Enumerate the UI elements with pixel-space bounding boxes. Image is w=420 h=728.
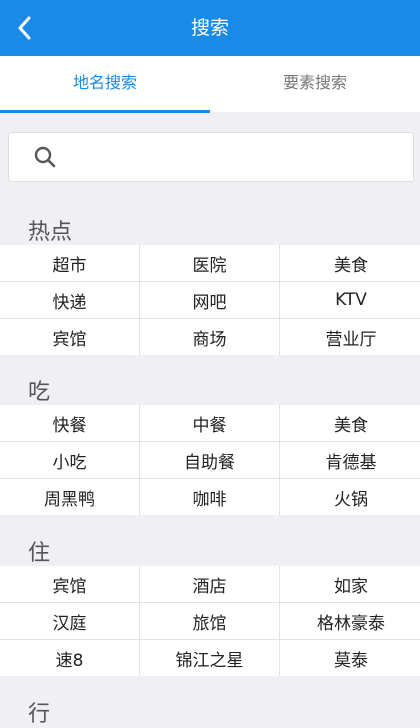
stay-item-inn[interactable]: 旅馆 [140, 603, 279, 639]
tab-bar: 地名搜索 要素搜索 [0, 56, 420, 113]
eat-item-hotpot[interactable]: 火锅 [280, 479, 420, 515]
grid-stay: 宾馆 酒店 如家 汉庭 旅馆 格林豪泰 速8 锦江之星 莫泰 [0, 566, 420, 676]
eat-item-kfc[interactable]: 肯德基 [280, 442, 420, 478]
hot-item-service-hall[interactable]: 营业厅 [280, 319, 420, 355]
stay-item-greentree[interactable]: 格林豪泰 [280, 603, 420, 639]
back-arrow-icon [18, 16, 31, 40]
grid-hot: 超市 医院 美食 快递 网吧 KTV 宾馆 商场 营业厅 [0, 245, 420, 355]
hot-item-ktv[interactable]: KTV [280, 282, 420, 318]
hot-item-express[interactable]: 快递 [0, 282, 139, 318]
page-title: 搜索 [190, 17, 229, 39]
back-button[interactable] [0, 0, 48, 56]
hot-item-supermarket[interactable]: 超市 [0, 245, 139, 281]
stay-item-hanting[interactable]: 汉庭 [0, 603, 139, 639]
eat-item-fast-food[interactable]: 快餐 [0, 405, 139, 441]
eat-item-food[interactable]: 美食 [280, 405, 420, 441]
tab-place-search[interactable]: 地名搜索 [0, 56, 210, 113]
section-title-stay: 住 [28, 541, 51, 566]
tab-element-search[interactable]: 要素搜索 [210, 56, 420, 112]
search-input[interactable] [71, 139, 405, 177]
stay-item-home-inn[interactable]: 如家 [280, 566, 420, 602]
stay-item-jinjiang[interactable]: 锦江之星 [140, 640, 279, 676]
grid-eat: 快餐 中餐 美食 小吃 自助餐 肯德基 周黑鸭 咖啡 火锅 [0, 405, 420, 515]
section-title-travel: 行 [28, 702, 51, 727]
search-box[interactable] [8, 132, 414, 182]
app-header: 搜索 [0, 0, 420, 56]
hot-item-internet-cafe[interactable]: 网吧 [140, 282, 279, 318]
stay-item-grand-hotel[interactable]: 酒店 [140, 566, 279, 602]
search-icon [34, 146, 56, 168]
stay-item-hotel[interactable]: 宾馆 [0, 566, 139, 602]
eat-item-buffet[interactable]: 自助餐 [140, 442, 279, 478]
section-title-eat: 吃 [28, 380, 51, 405]
hot-item-hospital[interactable]: 医院 [140, 245, 279, 281]
stay-item-super8[interactable]: 速8 [0, 640, 139, 676]
eat-item-zhouheiya[interactable]: 周黑鸭 [0, 479, 139, 515]
eat-item-snacks[interactable]: 小吃 [0, 442, 139, 478]
hot-item-hotel[interactable]: 宾馆 [0, 319, 139, 355]
eat-item-coffee[interactable]: 咖啡 [140, 479, 279, 515]
eat-item-chinese-food[interactable]: 中餐 [140, 405, 279, 441]
hot-item-food[interactable]: 美食 [280, 245, 420, 281]
stay-item-motel168[interactable]: 莫泰 [280, 640, 420, 676]
hot-item-mall[interactable]: 商场 [140, 319, 279, 355]
section-title-hot: 热点 [28, 220, 73, 245]
